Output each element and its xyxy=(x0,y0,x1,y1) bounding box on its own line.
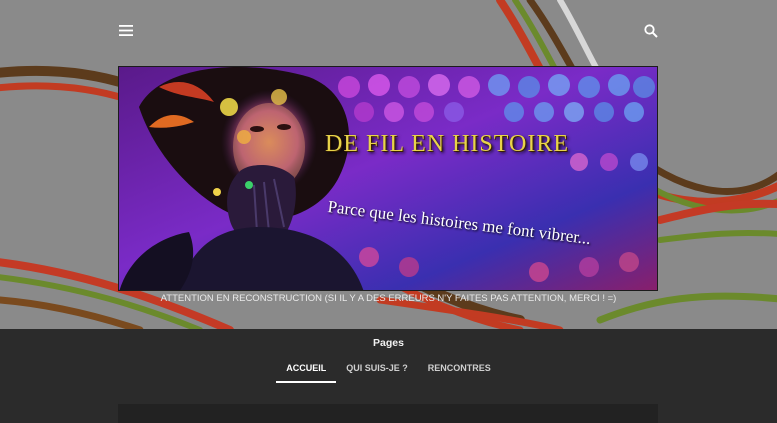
tab-qui-suis-je[interactable]: QUI SUIS-JE ? xyxy=(336,363,418,383)
search-icon[interactable] xyxy=(637,17,665,45)
header-banner[interactable]: DE FIL EN HISTOIRE Parce que les histoir… xyxy=(118,66,658,291)
pages-navigation: Pages ACCUEIL QUI SUIS-JE ? RENCONTRES xyxy=(0,329,777,423)
pages-heading: Pages xyxy=(373,337,404,349)
tab-accueil[interactable]: ACCUEIL xyxy=(276,363,337,383)
construction-notice: ATTENTION EN RECONSTRUCTION (SI IL Y A D… xyxy=(160,293,617,304)
hamburger-menu-icon[interactable] xyxy=(112,16,140,44)
content-area xyxy=(118,404,658,423)
banner-artwork xyxy=(119,67,657,290)
tab-rencontres[interactable]: RENCONTRES xyxy=(418,363,501,383)
tab-label: QUI SUIS-JE ? xyxy=(346,363,408,373)
blog-title: DE FIL EN HISTOIRE xyxy=(325,131,569,157)
active-tab-indicator xyxy=(276,381,337,383)
top-bar xyxy=(0,0,777,60)
tab-label: RENCONTRES xyxy=(427,363,491,373)
tab-label: ACCUEIL xyxy=(286,363,327,373)
page-tabs: ACCUEIL QUI SUIS-JE ? RENCONTRES xyxy=(0,363,777,383)
